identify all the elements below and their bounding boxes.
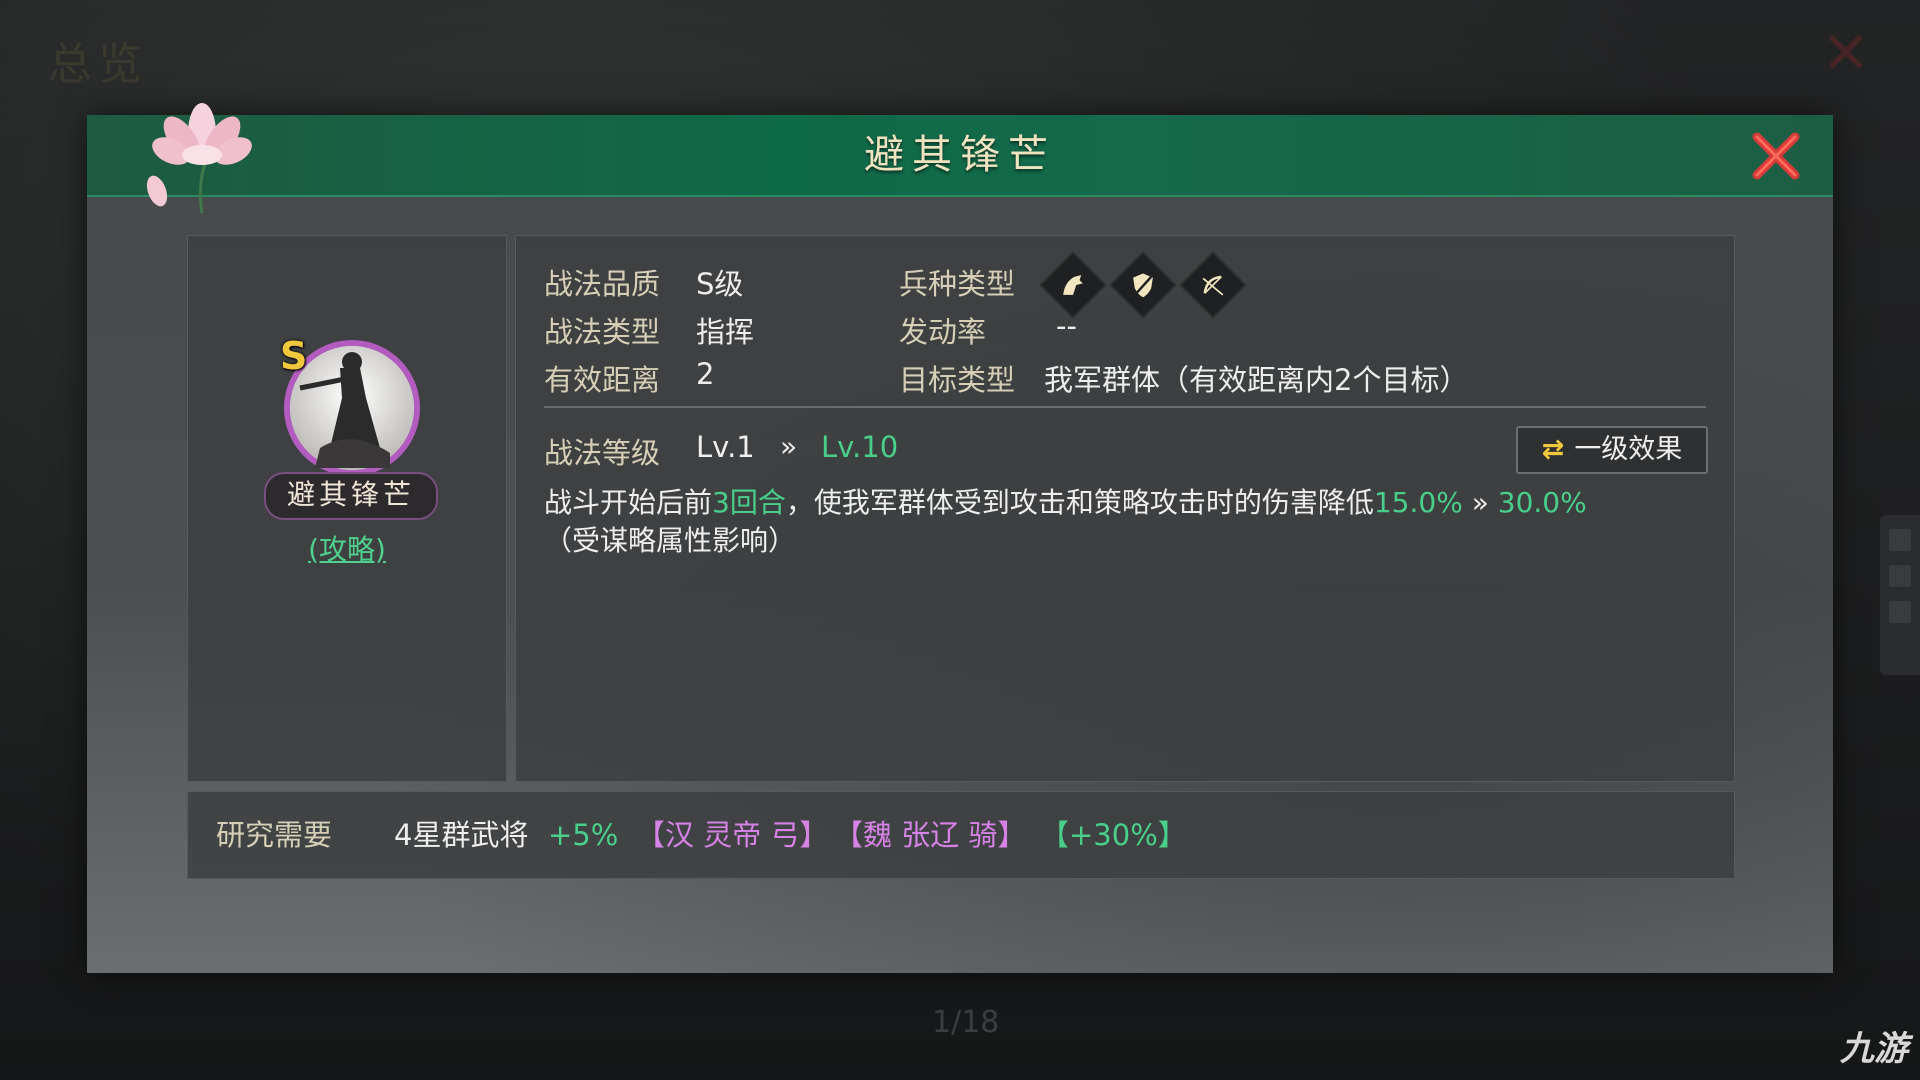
strategy-link[interactable]: (攻略) bbox=[188, 528, 506, 568]
research-label: 研究需要 bbox=[216, 818, 333, 852]
skill-type-value: 指挥 bbox=[696, 315, 755, 349]
skill-type-label: 战法类型 bbox=[544, 315, 661, 349]
research-bonus-2: 【+30%】 bbox=[1040, 818, 1187, 852]
skill-icon-panel: S 避其锋芒 (攻略) bbox=[187, 235, 507, 782]
background-side-tabs bbox=[1880, 515, 1920, 675]
level-arrow: » bbox=[780, 430, 798, 463]
level-effect-toggle-button[interactable]: ⇄ 一级效果 bbox=[1516, 426, 1708, 474]
range-value: 2 bbox=[696, 357, 715, 391]
watermark: 九游 bbox=[1840, 1029, 1908, 1069]
research-bonus: +5% bbox=[548, 818, 619, 852]
swap-arrows-icon: ⇄ bbox=[1541, 434, 1565, 465]
level-to: Lv.10 bbox=[821, 430, 899, 464]
desc-rounds: 3回合 bbox=[712, 486, 786, 519]
shield-icon bbox=[1109, 251, 1177, 319]
research-hero-1: 【汉 灵帝 弓】 bbox=[636, 818, 829, 852]
close-x-icon[interactable] bbox=[1749, 129, 1803, 183]
target-type-label: 目标类型 bbox=[899, 363, 1016, 397]
desc-arrow: » bbox=[1471, 486, 1489, 519]
research-requirement-bar: 研究需要 4星群武将 +5% 【汉 灵帝 弓】 【魏 张辽 骑】 【+30%】 bbox=[187, 791, 1735, 879]
effect-button-label: 一级效果 bbox=[1574, 434, 1683, 465]
archer-icon bbox=[1179, 251, 1247, 319]
research-requirement: 4星群武将 bbox=[394, 818, 529, 852]
background-page-number: 1/18 bbox=[932, 1005, 1000, 1040]
desc-part2: ，使我军群体受到攻击和策略攻击时的伤害降低 bbox=[785, 486, 1374, 519]
level-from: Lv.1 bbox=[696, 430, 755, 464]
quality-label: 战法品质 bbox=[544, 267, 661, 301]
target-type-value: 我军群体（有效距离内2个目标） bbox=[1044, 363, 1469, 397]
skill-detail-dialog: 避其锋芒 S 避其锋芒 (攻略) 战法品质 S级 兵种类型 战法类型 指挥 发动… bbox=[87, 103, 1833, 973]
info-divider bbox=[544, 406, 1706, 408]
skill-description: 战斗开始后前3回合，使我军群体受到攻击和策略攻击时的伤害降低15.0% » 30… bbox=[544, 484, 1714, 560]
desc-value-to: 30.0% bbox=[1497, 486, 1587, 519]
troop-type-icons bbox=[1039, 251, 1247, 319]
desc-note: （受谋略属性影响） bbox=[544, 524, 797, 557]
skill-name-plate: 避其锋芒 bbox=[264, 472, 438, 520]
desc-part1: 战斗开始后前 bbox=[544, 486, 713, 519]
dialog-title: 避其锋芒 bbox=[864, 132, 1056, 178]
skill-info-panel: 战法品质 S级 兵种类型 战法类型 指挥 发动率 -- 有效距离 2 目标类型 … bbox=[515, 235, 1735, 782]
background-close-icon: ✕ bbox=[1821, 19, 1870, 87]
research-hero-2: 【魏 张辽 骑】 bbox=[834, 818, 1027, 852]
grade-badge: S bbox=[280, 334, 308, 378]
trigger-rate-label: 发动率 bbox=[899, 315, 987, 349]
skill-level-label: 战法等级 bbox=[544, 436, 661, 470]
range-label: 有效距离 bbox=[544, 363, 661, 397]
desc-value-from: 15.0% bbox=[1373, 486, 1463, 519]
trigger-rate-value: -- bbox=[1056, 309, 1077, 343]
quality-value: S级 bbox=[696, 267, 744, 301]
troop-type-label: 兵种类型 bbox=[899, 267, 1016, 301]
